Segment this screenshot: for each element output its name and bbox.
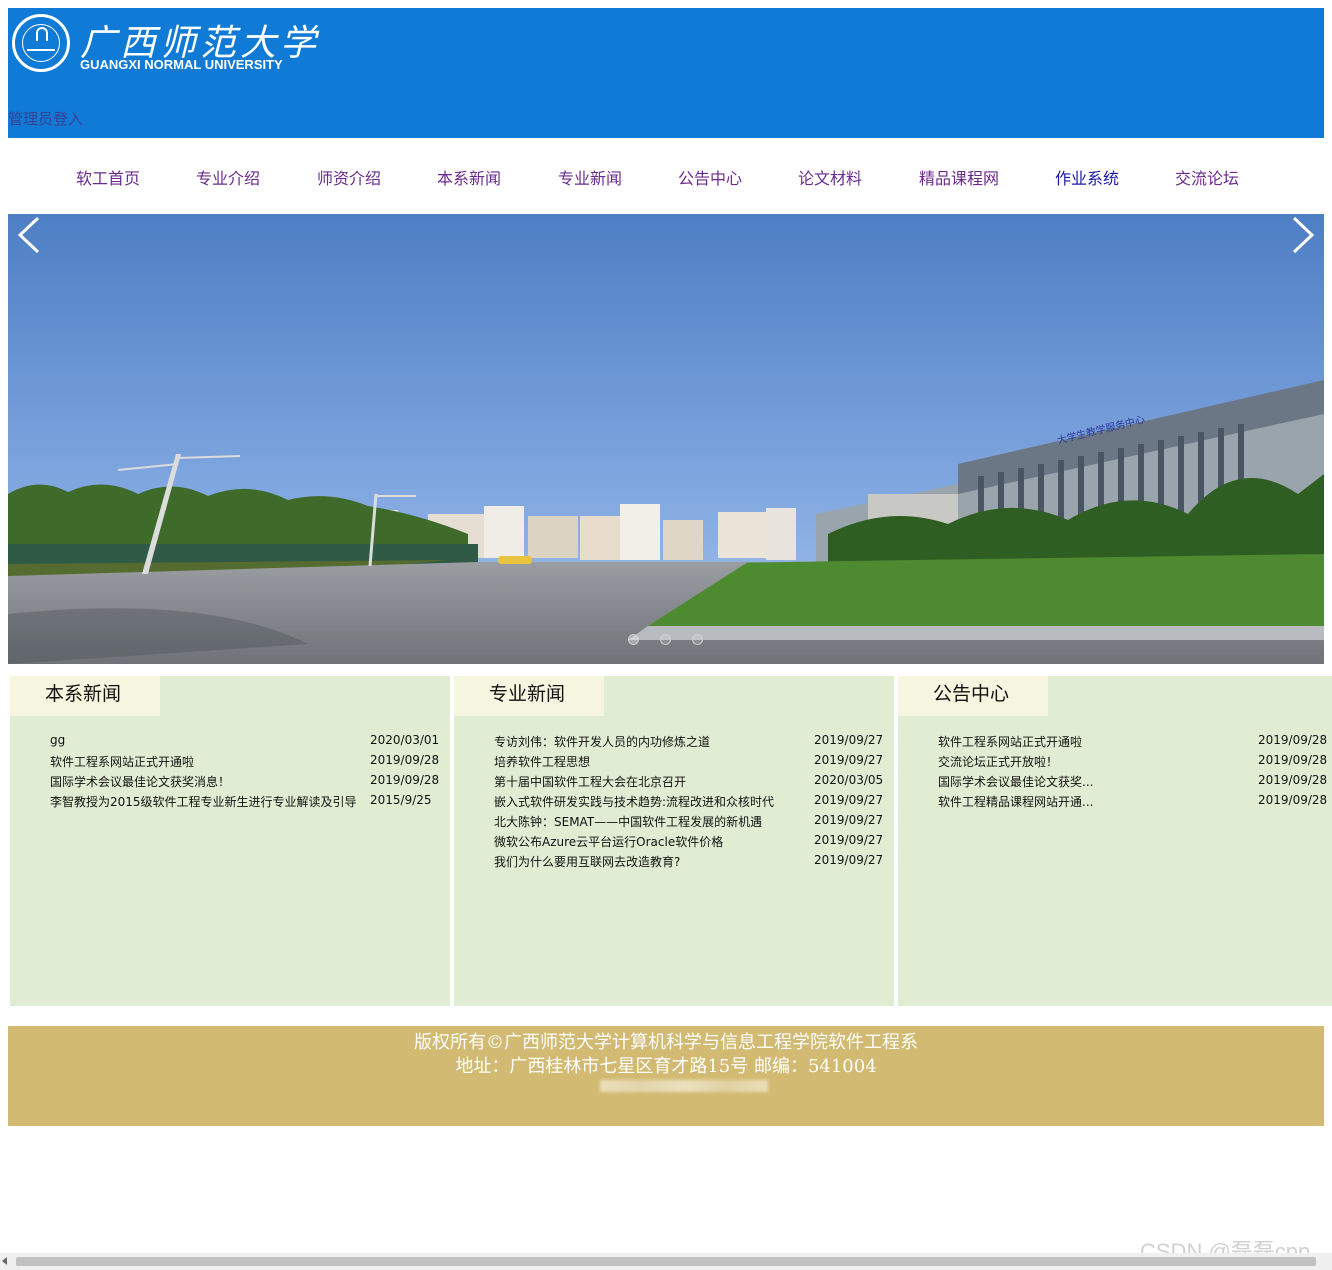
news-title[interactable]: 北大陈钟：SEMAT——中国软件工程发展的新机遇	[494, 813, 762, 830]
list-item[interactable]: 国际学术会议最佳论文获奖... 2019/09/28	[938, 773, 1328, 793]
carousel-next-arrow-icon[interactable]	[1288, 214, 1318, 256]
list-item[interactable]: 培养软件工程思想 2019/09/27	[494, 753, 884, 773]
admin-login-link[interactable]: 管理员登入	[8, 108, 83, 129]
news-date: 2019/09/28	[370, 753, 440, 767]
nav-item-faculty[interactable]: 师资介绍	[317, 165, 381, 189]
list-item[interactable]: 北大陈钟：SEMAT——中国软件工程发展的新机遇 2019/09/27	[494, 813, 884, 833]
list-item[interactable]: 李智教授为2015级软件工程专业新生进行专业解读及引导 2015/9/25	[50, 793, 436, 813]
panel-tab: 本系新闻	[10, 676, 160, 716]
logo-english-name: GUANGXI NORMAL UNIVERSITY	[80, 57, 283, 72]
nav-item-courses[interactable]: 精品课程网	[919, 165, 999, 189]
nav-item-homework[interactable]: 作业系统	[1055, 165, 1119, 189]
list-item[interactable]: gg 2020/03/01	[50, 733, 440, 753]
news-title[interactable]: 培养软件工程思想	[494, 753, 590, 770]
news-date: 2019/09/27	[814, 813, 884, 827]
list-item[interactable]: 嵌入式软件研发实践与技术趋势:流程改进和众核时代 2019/09/27	[494, 793, 884, 813]
list-item[interactable]: 国际学术会议最佳论文获奖消息！ 2019/09/28	[50, 773, 440, 793]
news-date: 2019/09/27	[814, 753, 884, 767]
list-item[interactable]: 交流论坛正式开放啦！ 2019/09/28	[938, 753, 1328, 773]
news-title[interactable]: 专访刘伟：软件开发人员的内功修炼之道	[494, 733, 710, 750]
news-title[interactable]: 李智教授为2015级软件工程专业新生进行专业解读及引导	[50, 793, 357, 810]
panel-major-news: 专业新闻 专访刘伟：软件开发人员的内功修炼之道 2019/09/27 培养软件工程…	[454, 676, 894, 1006]
panel-tab: 公告中心	[898, 676, 1048, 716]
notice-title[interactable]: 软件工程系网站正式开通啦	[938, 733, 1082, 750]
list-item[interactable]: 我们为什么要用互联网去改造教育? 2019/09/27	[494, 853, 884, 873]
news-date: 2019/09/27	[814, 853, 884, 867]
notice-date: 2019/09/28	[1258, 793, 1328, 807]
footer-copyright: 版权所有©广西师范大学计算机科学与信息工程学院软件工程系	[414, 1032, 918, 1053]
list-item[interactable]: 微软公布Azure云平台运行Oracle软件价格 2019/09/27	[494, 833, 884, 853]
nav-item-dept-news[interactable]: 本系新闻	[437, 165, 501, 189]
news-date: 2020/03/05	[814, 773, 884, 787]
nav-item-notices[interactable]: 公告中心	[678, 165, 742, 189]
news-title[interactable]: gg	[50, 733, 65, 747]
image-carousel[interactable]: 大学生教学服务中心	[8, 214, 1324, 664]
news-title[interactable]: 国际学术会议最佳论文获奖消息！	[50, 773, 230, 790]
university-logo[interactable]: 广西师范大学 GUANGXI NORMAL UNIVERSITY	[8, 8, 318, 84]
panel-title[interactable]: 本系新闻	[45, 679, 121, 706]
news-date: 2015/9/25	[370, 793, 432, 807]
footer-redacted-line	[600, 1080, 768, 1092]
news-title[interactable]: 嵌入式软件研发实践与技术趋势:流程改进和众核时代	[494, 793, 774, 810]
panel-notices: 公告中心 软件工程系网站正式开通啦 2019/09/28 交流论坛正式开放啦！ 20…	[898, 676, 1332, 1006]
news-date: 2019/09/27	[814, 833, 884, 847]
university-seal-icon	[12, 14, 70, 72]
carousel-dot-3[interactable]	[692, 634, 703, 645]
notice-date: 2019/09/28	[1258, 733, 1328, 747]
nav-item-papers[interactable]: 论文材料	[798, 165, 862, 189]
panel-title[interactable]: 专业新闻	[489, 679, 565, 706]
news-date: 2020/03/01	[370, 733, 440, 747]
news-title[interactable]: 软件工程系网站正式开通啦	[50, 753, 194, 770]
nav-item-forum[interactable]: 交流论坛	[1175, 165, 1239, 189]
panel-title[interactable]: 公告中心	[933, 679, 1009, 706]
campus-photo: 大学生教学服务中心	[8, 214, 1324, 664]
horizontal-scrollbar[interactable]	[0, 1253, 1332, 1270]
list-item[interactable]: 专访刘伟：软件开发人员的内功修炼之道 2019/09/27	[494, 733, 884, 753]
nav-item-major-news[interactable]: 专业新闻	[558, 165, 622, 189]
news-date: 2019/09/27	[814, 793, 884, 807]
list-item[interactable]: 第十届中国软件工程大会在北京召开 2020/03/05	[494, 773, 884, 793]
news-date: 2019/09/27	[814, 733, 884, 747]
notice-date: 2019/09/28	[1258, 773, 1328, 787]
news-date: 2019/09/28	[370, 773, 440, 787]
carousel-dot-1[interactable]	[628, 634, 639, 645]
footer-address: 地址：广西桂林市七星区育才路15号 邮编：541004	[455, 1056, 877, 1077]
panel-dept-news: 本系新闻 gg 2020/03/01 软件工程系网站正式开通啦 2019/09/28…	[10, 676, 450, 1006]
notice-title[interactable]: 软件工程精品课程网站开通...	[938, 793, 1093, 810]
list-item[interactable]: 软件工程系网站正式开通啦 2019/09/28	[938, 733, 1328, 753]
scroll-left-arrow-icon[interactable]	[2, 1257, 7, 1265]
nav-item-major-intro[interactable]: 专业介绍	[196, 165, 260, 189]
panel-tab: 专业新闻	[454, 676, 604, 716]
carousel-indicators	[626, 634, 716, 646]
news-title[interactable]: 第十届中国软件工程大会在北京召开	[494, 773, 686, 790]
carousel-prev-arrow-icon[interactable]	[14, 214, 44, 256]
news-title[interactable]: 我们为什么要用互联网去改造教育?	[494, 853, 680, 870]
notice-title[interactable]: 交流论坛正式开放啦！	[938, 753, 1058, 770]
carousel-dot-2[interactable]	[660, 634, 671, 645]
notice-title[interactable]: 国际学术会议最佳论文获奖...	[938, 773, 1093, 790]
nav-item-home[interactable]: 软工首页	[76, 165, 140, 189]
notice-date: 2019/09/28	[1258, 753, 1328, 767]
site-footer: 版权所有©广西师范大学计算机科学与信息工程学院软件工程系 地址：广西桂林市七星区…	[8, 1026, 1324, 1126]
list-item[interactable]: 软件工程精品课程网站开通... 2019/09/28	[938, 793, 1328, 813]
scrollbar-thumb[interactable]	[16, 1257, 1316, 1266]
news-title[interactable]: 微软公布Azure云平台运行Oracle软件价格	[494, 833, 723, 850]
list-item[interactable]: 软件工程系网站正式开通啦 2019/09/28	[50, 753, 440, 773]
main-nav: 软工首页 专业介绍 师资介绍 本系新闻 专业新闻 公告中心 论文材料 精品课程网…	[8, 145, 1324, 213]
site-header: 广西师范大学 GUANGXI NORMAL UNIVERSITY 管理员登入	[8, 8, 1324, 138]
